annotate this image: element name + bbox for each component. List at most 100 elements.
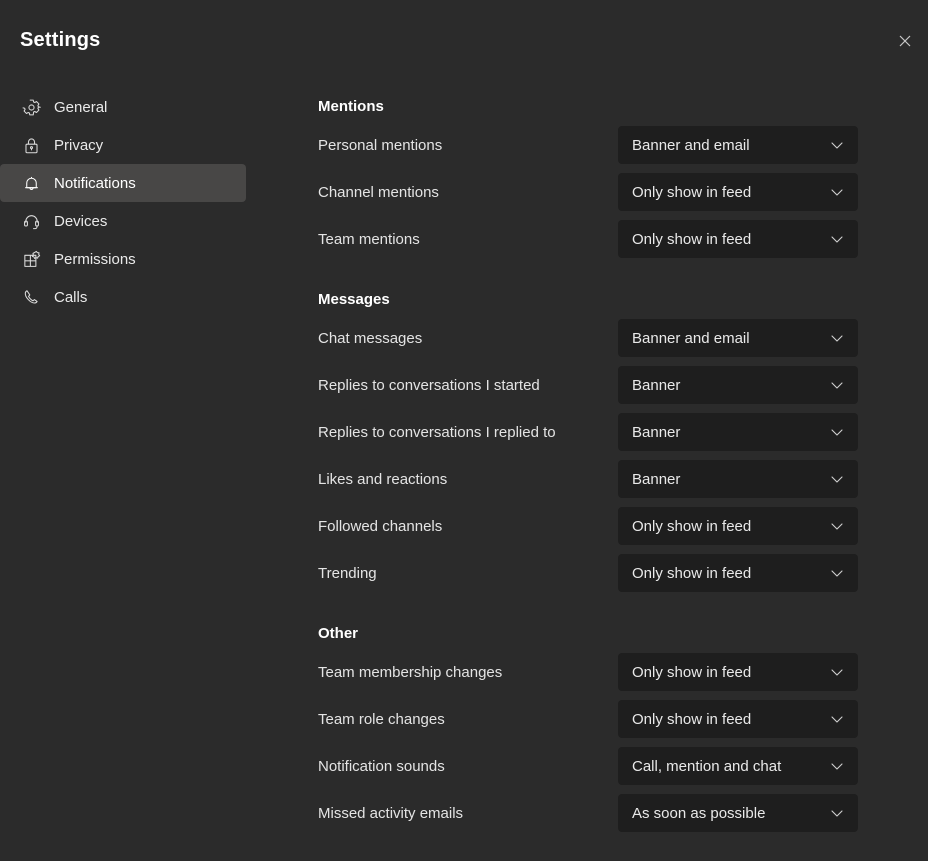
sidebar-item-label: Calls: [54, 288, 88, 306]
chevron-down-icon: [824, 659, 850, 685]
dialog-titlebar: Settings: [0, 0, 928, 82]
dropdown-replies-i-replied-to[interactable]: Banner: [618, 413, 858, 451]
setting-row-likes-and-reactions: Likes and reactions Banner: [318, 456, 878, 503]
setting-row-team-mentions: Team mentions Only show in feed: [318, 216, 878, 263]
section-other: Other Team membership changes Only show …: [318, 623, 878, 837]
setting-row-missed-activity-emails: Missed activity emails As soon as possib…: [318, 790, 878, 837]
dropdown-trending[interactable]: Only show in feed: [618, 554, 858, 592]
settings-dialog: Settings General Privacy Notifications D…: [0, 0, 928, 861]
dropdown-team-membership-changes[interactable]: Only show in feed: [618, 653, 858, 691]
setting-row-team-membership-changes: Team membership changes Only show in fee…: [318, 649, 878, 696]
dropdown-missed-activity-emails[interactable]: As soon as possible: [618, 794, 858, 832]
dropdown-value: Banner: [632, 423, 681, 441]
gear-icon: [18, 94, 44, 120]
setting-label: Channel mentions: [318, 184, 439, 201]
chevron-down-icon: [824, 466, 850, 492]
setting-row-chat-messages: Chat messages Banner and email: [318, 315, 878, 362]
setting-row-replies-i-started: Replies to conversations I started Banne…: [318, 362, 878, 409]
dropdown-personal-mentions[interactable]: Banner and email: [618, 126, 858, 164]
dropdown-team-mentions[interactable]: Only show in feed: [618, 220, 858, 258]
sidebar-item-notifications[interactable]: Notifications: [0, 164, 246, 202]
sidebar-item-calls[interactable]: Calls: [0, 278, 246, 316]
dropdown-value: Banner: [632, 376, 681, 394]
section-rows: Chat messages Banner and email Replies t…: [318, 315, 878, 597]
dropdown-value: Call, mention and chat: [632, 757, 782, 775]
setting-label: Chat messages: [318, 330, 423, 347]
dropdown-value: Banner and email: [632, 136, 750, 154]
chevron-down-icon: [824, 325, 850, 351]
dropdown-value: As soon as possible: [632, 804, 766, 822]
setting-row-channel-mentions: Channel mentions Only show in feed: [318, 169, 878, 216]
section-title: Other: [318, 625, 359, 642]
dropdown-value: Only show in feed: [632, 564, 752, 582]
dropdown-value: Banner: [632, 470, 681, 488]
setting-label: Team membership changes: [318, 664, 503, 681]
dropdown-value: Only show in feed: [632, 710, 752, 728]
dropdown-followed-channels[interactable]: Only show in feed: [618, 507, 858, 545]
sidebar-item-label: Privacy: [54, 136, 104, 154]
sidebar-item-permissions[interactable]: Permissions: [0, 240, 246, 278]
section-rows: Personal mentions Banner and email Chann…: [318, 122, 878, 263]
setting-label: Personal mentions: [318, 137, 443, 154]
section-title: Messages: [318, 291, 390, 308]
chevron-down-icon: [824, 372, 850, 398]
lock-icon: [18, 132, 44, 158]
dropdown-value: Only show in feed: [632, 183, 752, 201]
section-mentions: Mentions Personal mentions Banner and em…: [318, 96, 878, 263]
setting-label: Missed activity emails: [318, 805, 464, 822]
setting-row-trending: Trending Only show in feed: [318, 550, 878, 597]
setting-row-followed-channels: Followed channels Only show in feed: [318, 503, 878, 550]
sidebar-item-privacy[interactable]: Privacy: [0, 126, 246, 164]
section-title: Mentions: [318, 98, 384, 115]
sidebar-item-devices[interactable]: Devices: [0, 202, 246, 240]
setting-label: Trending: [318, 565, 377, 582]
phone-icon: [18, 284, 44, 310]
setting-label: Team mentions: [318, 231, 420, 248]
chevron-down-icon: [824, 419, 850, 445]
bell-icon: [18, 170, 44, 196]
dropdown-replies-i-started[interactable]: Banner: [618, 366, 858, 404]
chevron-down-icon: [824, 132, 850, 158]
chevron-down-icon: [824, 753, 850, 779]
dropdown-chat-messages[interactable]: Banner and email: [618, 319, 858, 357]
close-button[interactable]: [889, 25, 921, 57]
dropdown-value: Banner and email: [632, 329, 750, 347]
headset-icon: [18, 208, 44, 234]
setting-label: Replies to conversations I started: [318, 377, 540, 394]
dropdown-channel-mentions[interactable]: Only show in feed: [618, 173, 858, 211]
sidebar-item-label: Devices: [54, 212, 108, 230]
setting-label: Notification sounds: [318, 758, 445, 775]
section-rows: Team membership changes Only show in fee…: [318, 649, 878, 837]
dropdown-value: Only show in feed: [632, 517, 752, 535]
setting-row-team-role-changes: Team role changes Only show in feed: [318, 696, 878, 743]
page-title: Settings: [20, 29, 101, 51]
dropdown-likes-and-reactions[interactable]: Banner: [618, 460, 858, 498]
dropdown-value: Only show in feed: [632, 230, 752, 248]
notifications-settings-panel: Mentions Personal mentions Banner and em…: [318, 96, 878, 837]
section-messages: Messages Chat messages Banner and email …: [318, 289, 878, 597]
setting-label: Team role changes: [318, 711, 445, 728]
chevron-down-icon: [824, 179, 850, 205]
chevron-down-icon: [824, 800, 850, 826]
setting-label: Likes and reactions: [318, 471, 448, 488]
chevron-down-icon: [824, 513, 850, 539]
setting-row-personal-mentions: Personal mentions Banner and email: [318, 122, 878, 169]
chevron-down-icon: [824, 706, 850, 732]
sidebar-item-label: General: [54, 98, 108, 116]
sidebar-item-general[interactable]: General: [0, 88, 246, 126]
settings-sidebar: General Privacy Notifications Devices Pe…: [0, 88, 300, 316]
setting-label: Followed channels: [318, 518, 443, 535]
dropdown-team-role-changes[interactable]: Only show in feed: [618, 700, 858, 738]
close-icon: [897, 33, 913, 49]
setting-label: Replies to conversations I replied to: [318, 424, 556, 441]
chevron-down-icon: [824, 560, 850, 586]
setting-row-replies-i-replied-to: Replies to conversations I replied to Ba…: [318, 409, 878, 456]
chevron-down-icon: [824, 226, 850, 252]
dropdown-value: Only show in feed: [632, 663, 752, 681]
dropdown-notification-sounds[interactable]: Call, mention and chat: [618, 747, 858, 785]
sidebar-item-label: Notifications: [54, 174, 136, 192]
permissions-icon: [18, 246, 44, 272]
setting-row-notification-sounds: Notification sounds Call, mention and ch…: [318, 743, 878, 790]
